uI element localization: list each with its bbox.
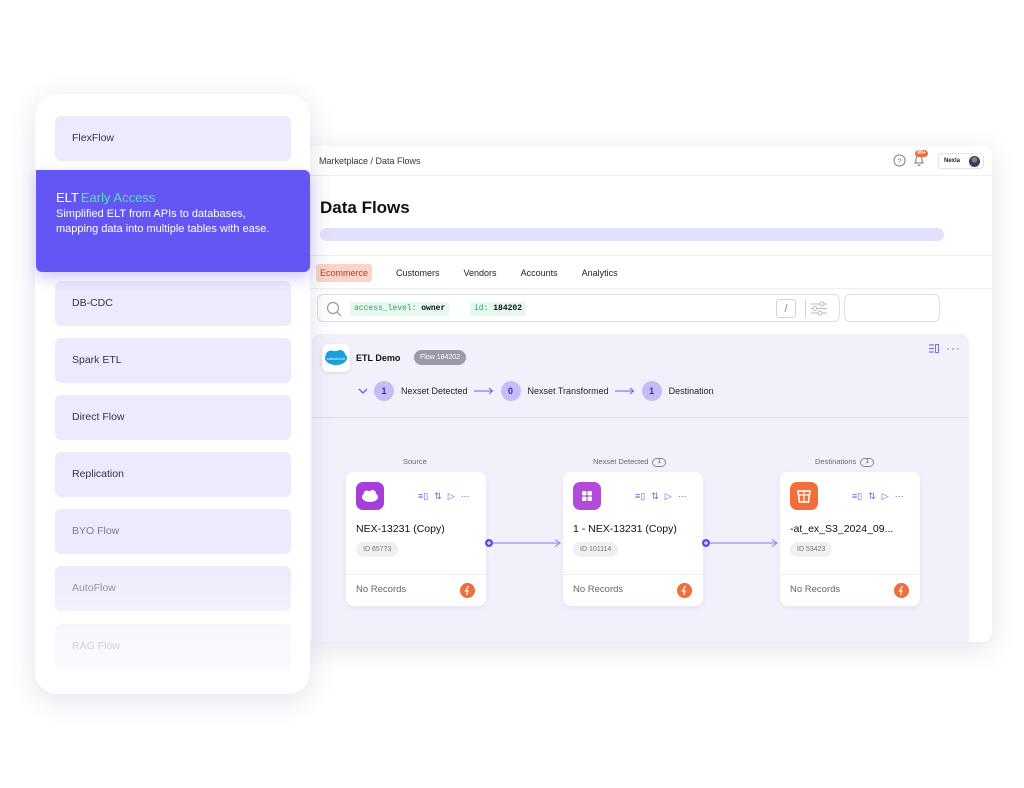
data-flows-window: Marketplace / Data Flows ? 99+ Nexla Dat… [306, 146, 992, 642]
secondary-filter-box[interactable] [844, 294, 940, 322]
card-name: NEX-13231 (Copy) [356, 523, 445, 535]
tab-analytics[interactable]: Analytics [570, 264, 630, 282]
card-name: 1 - NEX-13231 (Copy) [573, 523, 677, 535]
transform-icon[interactable]: ⇅ [651, 491, 659, 502]
tab-accounts[interactable]: Accounts [509, 264, 570, 282]
more-options-icon[interactable]: ··· [895, 491, 904, 502]
pipeline-summary: 1 Nexset Detected 0 Nexset Transformed 1… [356, 381, 720, 401]
more-options-icon[interactable]: ··· [461, 491, 470, 502]
count-badge: 1 [652, 458, 667, 467]
card-id-badge: ID 65773 [356, 542, 399, 557]
divider [780, 574, 920, 575]
list-icon[interactable]: ≡▯ [852, 491, 862, 502]
filter-sliders-icon[interactable] [805, 299, 831, 318]
avatar [969, 156, 980, 167]
pipeline-count: 1 [641, 381, 662, 401]
record-status: No Records [356, 584, 407, 595]
elt-description: Simplified ELT from APIs to databases, m… [56, 208, 270, 235]
column-heading-source: Source [403, 457, 427, 466]
send-icon[interactable]: ▷ [448, 491, 455, 502]
user-name: Nexla [944, 158, 961, 164]
divider [312, 417, 969, 418]
source-card[interactable]: ≡▯ ⇅ ▷ ··· NEX-13231 (Copy) ID 65773 No … [346, 472, 486, 606]
tab-bar: Ecommerce Customers Vendors Accounts Ana… [316, 264, 630, 282]
more-options-icon[interactable]: ··· [946, 341, 961, 355]
divider [346, 574, 486, 575]
notification-badge: 99+ [915, 150, 928, 157]
elt-title: ELT Early Access [56, 190, 156, 205]
card-actions: ≡▯ ⇅ ▷ ··· [852, 491, 904, 502]
card-id-badge: ID 101114 [573, 542, 619, 557]
bolt-icon[interactable] [894, 583, 909, 598]
divider [563, 574, 703, 575]
divider [306, 255, 992, 256]
card-actions: ≡▯ ⇅ ▷ ··· [418, 491, 470, 502]
bolt-icon[interactable] [460, 583, 475, 598]
pipeline-count: 1 [374, 381, 394, 401]
breadcrumb[interactable]: Marketplace / Data Flows [319, 156, 421, 166]
chevron-down-icon[interactable] [356, 386, 370, 396]
card-actions: ≡▯ ⇅ ▷ ··· [635, 491, 687, 502]
record-status: No Records [790, 584, 841, 595]
transform-icon[interactable]: ⇅ [434, 491, 442, 502]
arrow-right-icon [614, 387, 634, 395]
flow-type-replication[interactable]: Replication [55, 452, 291, 497]
pipeline-step-label: Destination [668, 386, 714, 396]
help-icon[interactable]: ? [893, 154, 906, 167]
flow-connector [702, 539, 779, 547]
tab-ecommerce[interactable]: Ecommerce [316, 264, 373, 282]
list-icon[interactable]: ≡▯ [635, 491, 645, 502]
send-icon[interactable]: ▷ [882, 491, 889, 502]
flow-panel: salesforce ETL Demo Flow 184202 ··· 1 Ne… [312, 334, 969, 642]
count-badge: 1 [860, 458, 875, 467]
flow-name[interactable]: ETL Demo [356, 353, 400, 363]
nexset-card[interactable]: ≡▯ ⇅ ▷ ··· 1 - NEX-13231 (Copy) ID 10111… [563, 472, 703, 606]
divider [306, 288, 992, 289]
transform-icon[interactable]: ⇅ [868, 491, 876, 502]
early-access-badge: Early Access [80, 190, 156, 205]
filter-chip-access-level[interactable]: access_level: owner [350, 302, 450, 316]
svg-text:salesforce: salesforce [327, 356, 346, 361]
pipeline-count: 0 [500, 381, 521, 401]
nexset-grid-icon [573, 482, 601, 510]
search-shortcut-key: / [776, 299, 796, 318]
list-icon[interactable]: ≡▯ [418, 491, 428, 502]
flow-type-spark-etl[interactable]: Spark ETL [55, 338, 291, 383]
list-icon[interactable] [929, 344, 939, 353]
flow-type-byo-flow[interactable]: BYO Flow [55, 509, 291, 554]
column-heading-destinations: Destinations 1 [815, 457, 875, 467]
destination-card[interactable]: ≡▯ ⇅ ▷ ··· -at_ex_S3_2024_09... ID 53423… [780, 472, 920, 606]
flow-connector [485, 539, 562, 547]
salesforce-logo: salesforce [322, 344, 350, 372]
flow-type-elt-selected[interactable]: ELT Early Access Simplified ELT from APIs… [36, 170, 310, 272]
flow-type-autoflow[interactable]: AutoFlow [55, 566, 291, 611]
card-id-badge: ID 53423 [790, 542, 833, 557]
send-icon[interactable]: ▷ [665, 491, 672, 502]
flow-type-rag-flow[interactable]: RAG Flow [55, 624, 291, 669]
record-status: No Records [573, 584, 624, 595]
svg-text:?: ? [897, 156, 901, 165]
progress-placeholder-bar [320, 228, 944, 241]
salesforce-cloud-icon [356, 482, 384, 510]
search-icon [326, 301, 342, 317]
filter-chip-id[interactable]: id: 184202 [470, 302, 527, 316]
more-options-icon[interactable]: ··· [678, 491, 687, 502]
search-input[interactable]: access_level: owner id: 184202 / [317, 294, 840, 322]
column-heading-nexset: Nexset Detected 1 [593, 457, 667, 467]
card-name: -at_ex_S3_2024_09... [790, 523, 894, 535]
user-menu[interactable]: Nexla [938, 153, 984, 169]
tab-vendors[interactable]: Vendors [452, 264, 509, 282]
bolt-icon[interactable] [677, 583, 692, 598]
page-title: Data Flows [320, 198, 410, 217]
arrow-right-icon [473, 387, 493, 395]
s3-bucket-icon [790, 482, 818, 510]
flow-type-flexflow[interactable]: FlexFlow [55, 116, 291, 161]
tab-customers[interactable]: Customers [384, 264, 452, 282]
flow-type-db-cdc[interactable]: DB-CDC [55, 281, 291, 326]
pipeline-step-label: Nexset Transformed [527, 386, 609, 396]
top-bar: Marketplace / Data Flows ? 99+ Nexla [306, 146, 992, 176]
pipeline-step-label: Nexset Detected [401, 386, 468, 396]
flow-type-direct-flow[interactable]: Direct Flow [55, 395, 291, 440]
flow-id-badge: Flow 184202 [414, 350, 467, 365]
